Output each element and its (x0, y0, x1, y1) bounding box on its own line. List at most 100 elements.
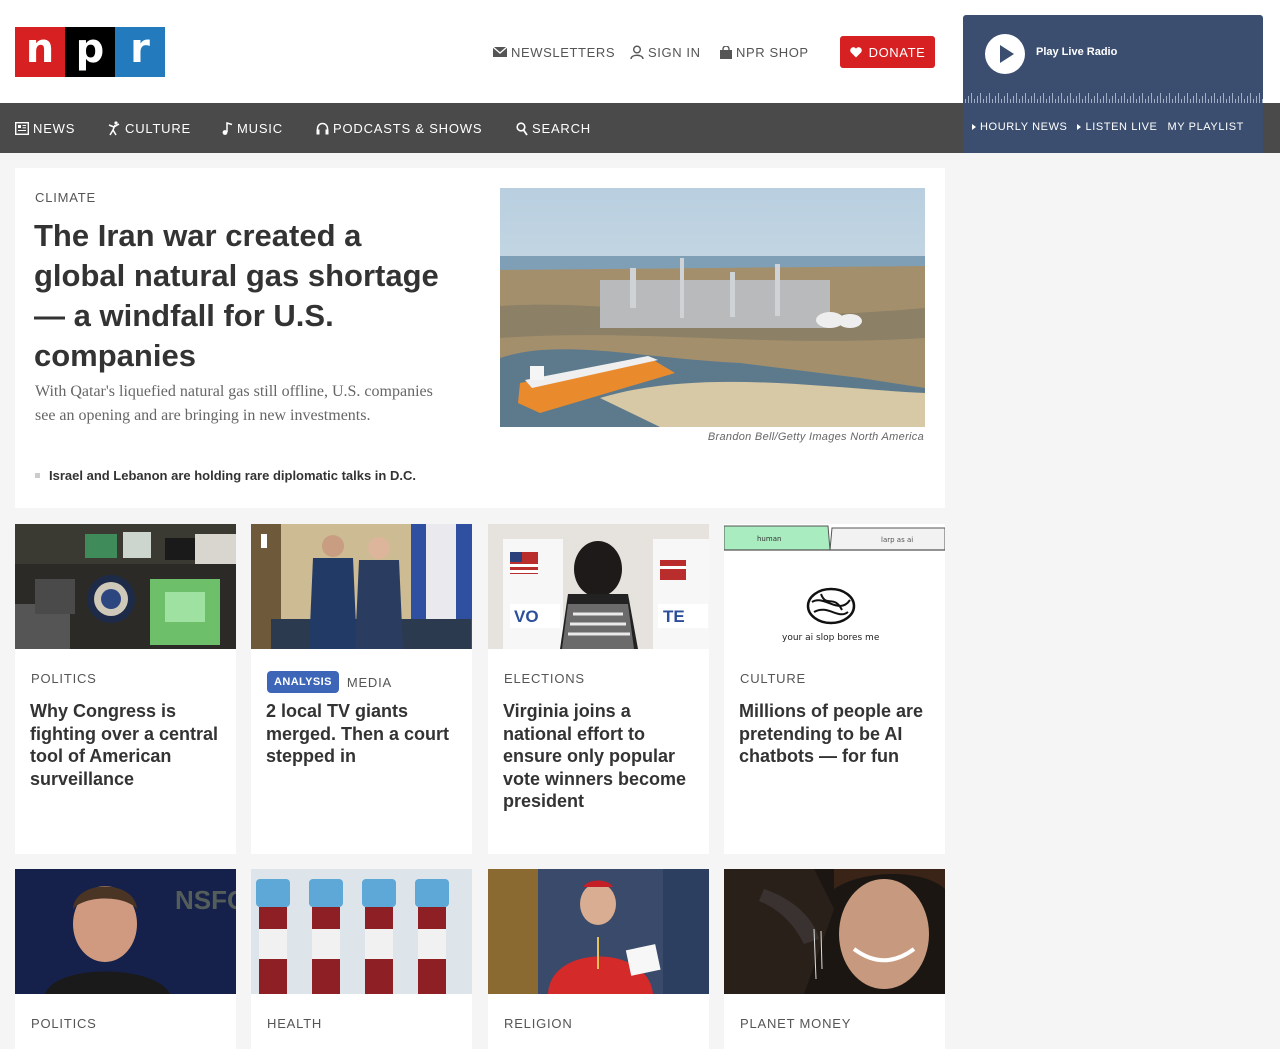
vote-sign-left: VO (514, 607, 539, 626)
waveform-bar (1007, 93, 1008, 103)
donate-button[interactable]: DONATE (840, 36, 935, 68)
play-live-radio-label[interactable]: Play Live Radio (1036, 46, 1117, 58)
waveform-bar (1067, 96, 1068, 103)
story-card[interactable]: NSFO POLITICS (15, 869, 236, 1049)
logo-letter-r: r (115, 27, 165, 77)
story-card[interactable]: VO TE ELECTIONS Virginia joins a nationa… (488, 524, 709, 854)
waveform-bar (1097, 93, 1098, 103)
waveform-bar (1061, 93, 1062, 103)
nav-item-podcasts[interactable]: PODCASTS & SHOWS (316, 121, 482, 136)
story-image[interactable]: NSFO (15, 869, 236, 994)
waveform-bar (1028, 99, 1029, 103)
story-slug[interactable]: ELECTIONS (504, 671, 585, 686)
story-slug[interactable]: MEDIA (347, 675, 392, 690)
lead-story-slug[interactable]: CLIMATE (35, 190, 96, 205)
waveform-bar (1070, 93, 1071, 103)
play-button[interactable] (985, 34, 1025, 74)
npr-shop-link[interactable]: NPR SHOP (720, 42, 809, 62)
analysis-badge: ANALYSIS (267, 671, 339, 693)
story-card[interactable]: PLANET MONEY (724, 869, 945, 1049)
voting-booth-photo: VO TE (488, 524, 709, 649)
hourly-news-link[interactable]: HOURLY NEWS (972, 121, 1067, 133)
waveform-bar (1046, 99, 1047, 103)
logo-letter-p: p (65, 27, 115, 77)
story-card[interactable]: POLITICS Why Congress is fighting over a… (15, 524, 236, 854)
waveform-bar (1142, 93, 1143, 103)
story-title[interactable]: Millions of people are pretending to be … (739, 700, 934, 768)
waveform-bar (1202, 96, 1203, 103)
story-card[interactable]: human larp as ai your ai slop bores me C… (724, 524, 945, 854)
listen-live-link[interactable]: LISTEN LIVE (1077, 121, 1157, 133)
story-card[interactable]: HEALTH (251, 869, 472, 1049)
waveform-bar (1118, 99, 1119, 103)
newsletters-link[interactable]: NEWSLETTERS (493, 42, 615, 62)
story-image[interactable] (15, 524, 236, 649)
lead-story-title[interactable]: The Iran war created a global natural ga… (34, 216, 444, 376)
waveform-bar (1052, 93, 1053, 103)
heart-icon (849, 46, 862, 57)
officials-photo (251, 524, 472, 649)
nav-search-label: SEARCH (532, 121, 591, 136)
waveform-bar (1109, 99, 1110, 103)
waveform-bar (1136, 99, 1137, 103)
waveform-bar (1235, 99, 1236, 103)
waveform-bar (1106, 93, 1107, 103)
waveform-bar (1100, 99, 1101, 103)
ai-slop-caption: your ai slop bores me (782, 633, 880, 643)
waveform-bar (1103, 96, 1104, 103)
story-title[interactable]: 2 local TV giants merged. Then a court s… (266, 700, 461, 768)
waveform-bar (1025, 93, 1026, 103)
cardinal-photo (488, 869, 709, 994)
story-title[interactable]: Why Congress is fighting over a central … (30, 700, 225, 790)
waveform-bar (968, 96, 969, 103)
my-playlist-link[interactable]: MY PLAYLIST (1168, 121, 1245, 133)
waveform-bar (1019, 99, 1020, 103)
story-title[interactable]: Virginia joins a national effort to ensu… (503, 700, 698, 813)
story-image[interactable] (724, 869, 945, 994)
waveform-bar (1127, 99, 1128, 103)
waveform-bar (992, 99, 993, 103)
waveform-bar (1211, 96, 1212, 103)
story-image[interactable]: VO TE (488, 524, 709, 649)
story-slug[interactable]: CULTURE (740, 671, 806, 686)
bullet-icon (35, 473, 40, 478)
nav-podcasts-label: PODCASTS & SHOWS (333, 121, 483, 136)
story-card[interactable]: ANALYSIS MEDIA 2 local TV giants merged.… (251, 524, 472, 854)
logo-letter-n: n (15, 27, 65, 77)
shopping-bag-icon (720, 45, 732, 59)
dancer-icon (108, 121, 120, 136)
related-story-link[interactable]: Israel and Lebanon are holding rare dipl… (35, 468, 416, 483)
waveform-bar (1247, 96, 1248, 103)
lead-story-teaser[interactable]: With Qatar's liquefied natural gas still… (35, 380, 435, 428)
npr-logo[interactable]: n p r (15, 27, 165, 77)
nav-item-search[interactable]: SEARCH (516, 121, 591, 136)
image-credit: Brandon Bell/Getty Images North America (707, 431, 924, 443)
waveform-bar (1043, 93, 1044, 103)
audio-waveform (965, 93, 1263, 103)
waveform-bar (1196, 93, 1197, 103)
waveform-bar (1004, 96, 1005, 103)
waveform-bar (1220, 96, 1221, 103)
tab-human-text: human (757, 535, 781, 543)
story-image[interactable]: human larp as ai your ai slop bores me (724, 524, 945, 649)
waveform-bar (1031, 96, 1032, 103)
story-image[interactable] (488, 869, 709, 994)
sign-in-link[interactable]: SIGN IN (630, 42, 701, 62)
waveform-bar (1256, 96, 1257, 103)
nav-item-news[interactable]: NEWS (15, 121, 75, 136)
story-image[interactable] (251, 869, 472, 994)
nav-item-culture[interactable]: CULTURE (108, 121, 191, 136)
blood-vials-photo (251, 869, 472, 994)
waveform-bar (1079, 93, 1080, 103)
nav-item-music[interactable]: MUSIC (222, 121, 283, 136)
waveform-bar (1064, 99, 1065, 103)
waveform-bar (1148, 96, 1149, 103)
story-slug[interactable]: POLITICS (31, 671, 97, 686)
story-card[interactable]: RELIGION (488, 869, 709, 1049)
waveform-bar (1259, 93, 1260, 103)
waveform-bar (1037, 99, 1038, 103)
my-playlist-label: MY PLAYLIST (1167, 121, 1244, 133)
story-image[interactable] (251, 524, 472, 649)
waveform-bar (965, 99, 966, 103)
lead-story-image[interactable] (500, 188, 925, 427)
